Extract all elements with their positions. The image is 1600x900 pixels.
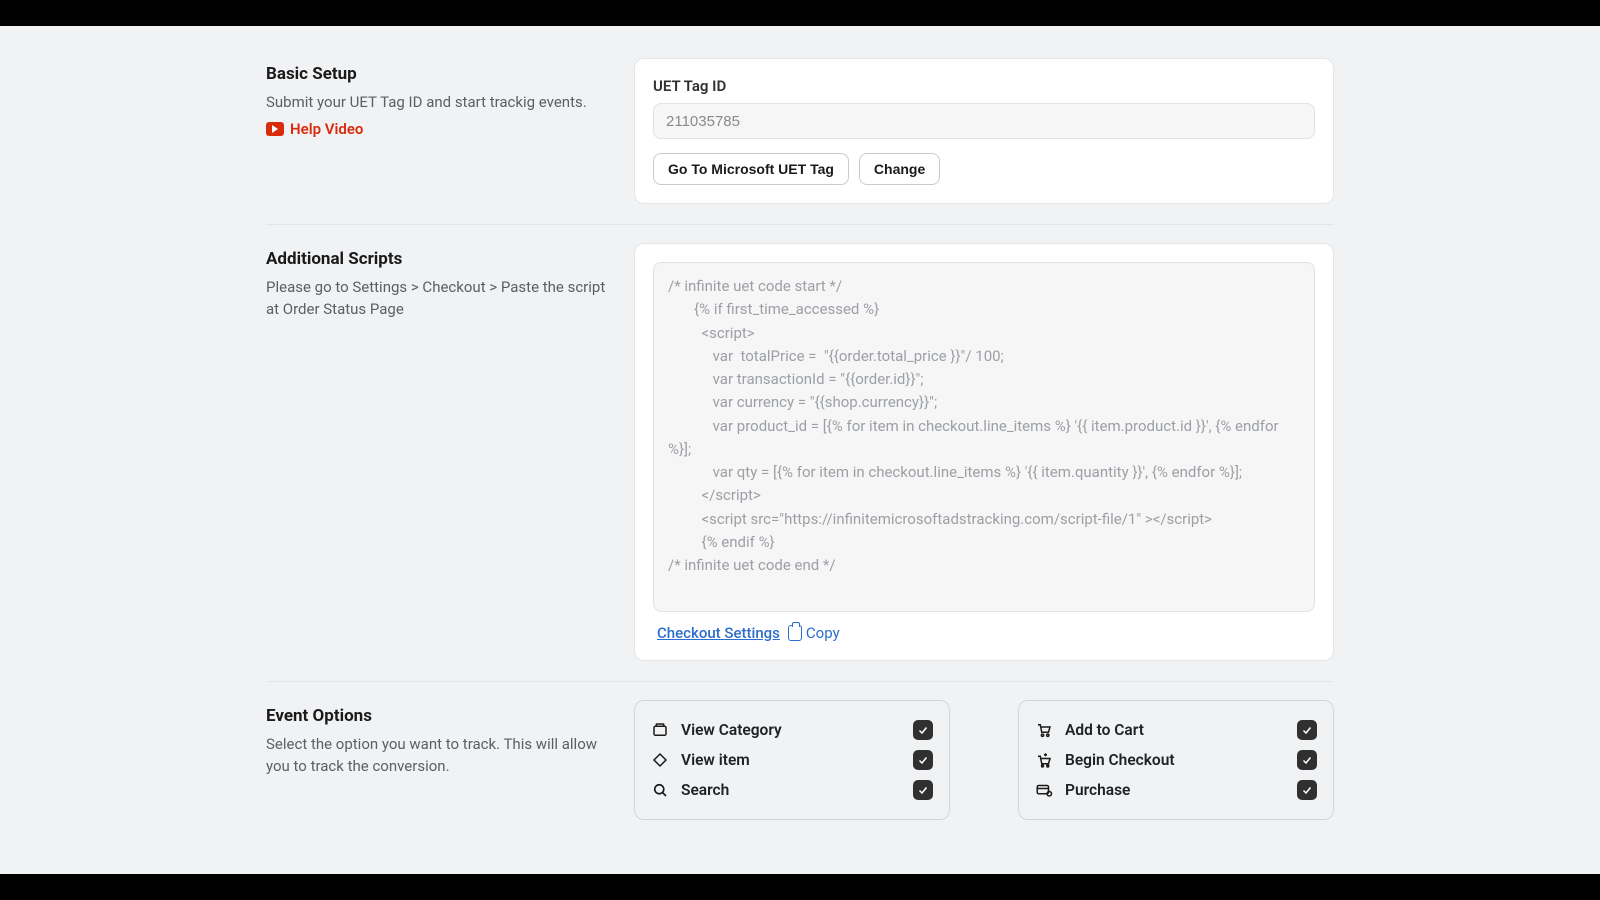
cart-plus-icon [1035,751,1053,769]
uet-tag-id-input[interactable] [653,103,1315,139]
clipboard-icon [788,625,802,641]
event-label: View Category [681,721,782,739]
event-row-view-category: View Category [651,715,933,745]
events-grid: View Category View item [634,700,1334,820]
tag-icon [651,721,669,739]
additional-scripts-title: Additional Scripts [266,249,614,269]
help-video-label: Help Video [290,120,363,138]
copy-button[interactable]: Copy [788,624,840,642]
section-additional-scripts: Additional Scripts Please go to Settings… [266,224,1334,681]
goto-microsoft-uet-button[interactable]: Go To Microsoft UET Tag [653,153,849,185]
search-icon [651,781,669,799]
script-code-textarea[interactable] [653,262,1315,612]
letterbox-top [0,0,1600,26]
section-basic-setup: Basic Setup Submit your UET Tag ID and s… [266,40,1334,224]
card-icon [1035,781,1053,799]
youtube-icon [266,122,284,136]
page: Basic Setup Submit your UET Tag ID and s… [0,26,1600,874]
event-label: Begin Checkout [1065,751,1175,769]
checkbox-purchase[interactable] [1297,780,1317,800]
copy-label: Copy [806,624,840,642]
event-options-desc: Select the option you want to track. Thi… [266,734,614,778]
section-event-options: Event Options Select the option you want… [266,681,1334,840]
event-options-title: Event Options [266,706,614,726]
checkbox-view-item[interactable] [913,750,933,770]
content-wrapper: Basic Setup Submit your UET Tag ID and s… [266,26,1334,874]
event-label: Add to Cart [1065,721,1144,739]
additional-scripts-card: Checkout Settings Copy [634,243,1334,661]
checkbox-view-category[interactable] [913,720,933,740]
checkbox-add-to-cart[interactable] [1297,720,1317,740]
event-row-purchase: Purchase [1035,775,1317,805]
label-icon [651,751,669,769]
event-card-right: Add to Cart Begin Checkout [1018,700,1334,820]
event-label: Purchase [1065,781,1130,799]
basic-setup-card: UET Tag ID Go To Microsoft UET Tag Chang… [634,58,1334,204]
help-video-link[interactable]: Help Video [266,120,363,138]
additional-scripts-left: Additional Scripts Please go to Settings… [266,243,614,661]
event-row-search: Search [651,775,933,805]
cart-icon [1035,721,1053,739]
event-row-add-to-cart: Add to Cart [1035,715,1317,745]
event-card-left: View Category View item [634,700,950,820]
event-row-view-item: View item [651,745,933,775]
basic-setup-left: Basic Setup Submit your UET Tag ID and s… [266,58,614,204]
event-options-left: Event Options Select the option you want… [266,700,614,820]
additional-scripts-desc: Please go to Settings > Checkout > Paste… [266,277,614,321]
event-row-begin-checkout: Begin Checkout [1035,745,1317,775]
uet-tag-id-label: UET Tag ID [653,77,1315,95]
event-label: View item [681,751,750,769]
basic-buttons-row: Go To Microsoft UET Tag Change [653,153,1315,185]
script-links-row: Checkout Settings Copy [653,624,1315,642]
letterbox-bottom [0,874,1600,900]
checkbox-search[interactable] [913,780,933,800]
basic-setup-desc: Submit your UET Tag ID and start trackig… [266,92,614,114]
event-options-card: View Category View item [634,700,1334,820]
checkbox-begin-checkout[interactable] [1297,750,1317,770]
change-button[interactable]: Change [859,153,940,185]
checkout-settings-link[interactable]: Checkout Settings [657,624,780,642]
event-label: Search [681,781,729,799]
basic-setup-title: Basic Setup [266,64,614,84]
